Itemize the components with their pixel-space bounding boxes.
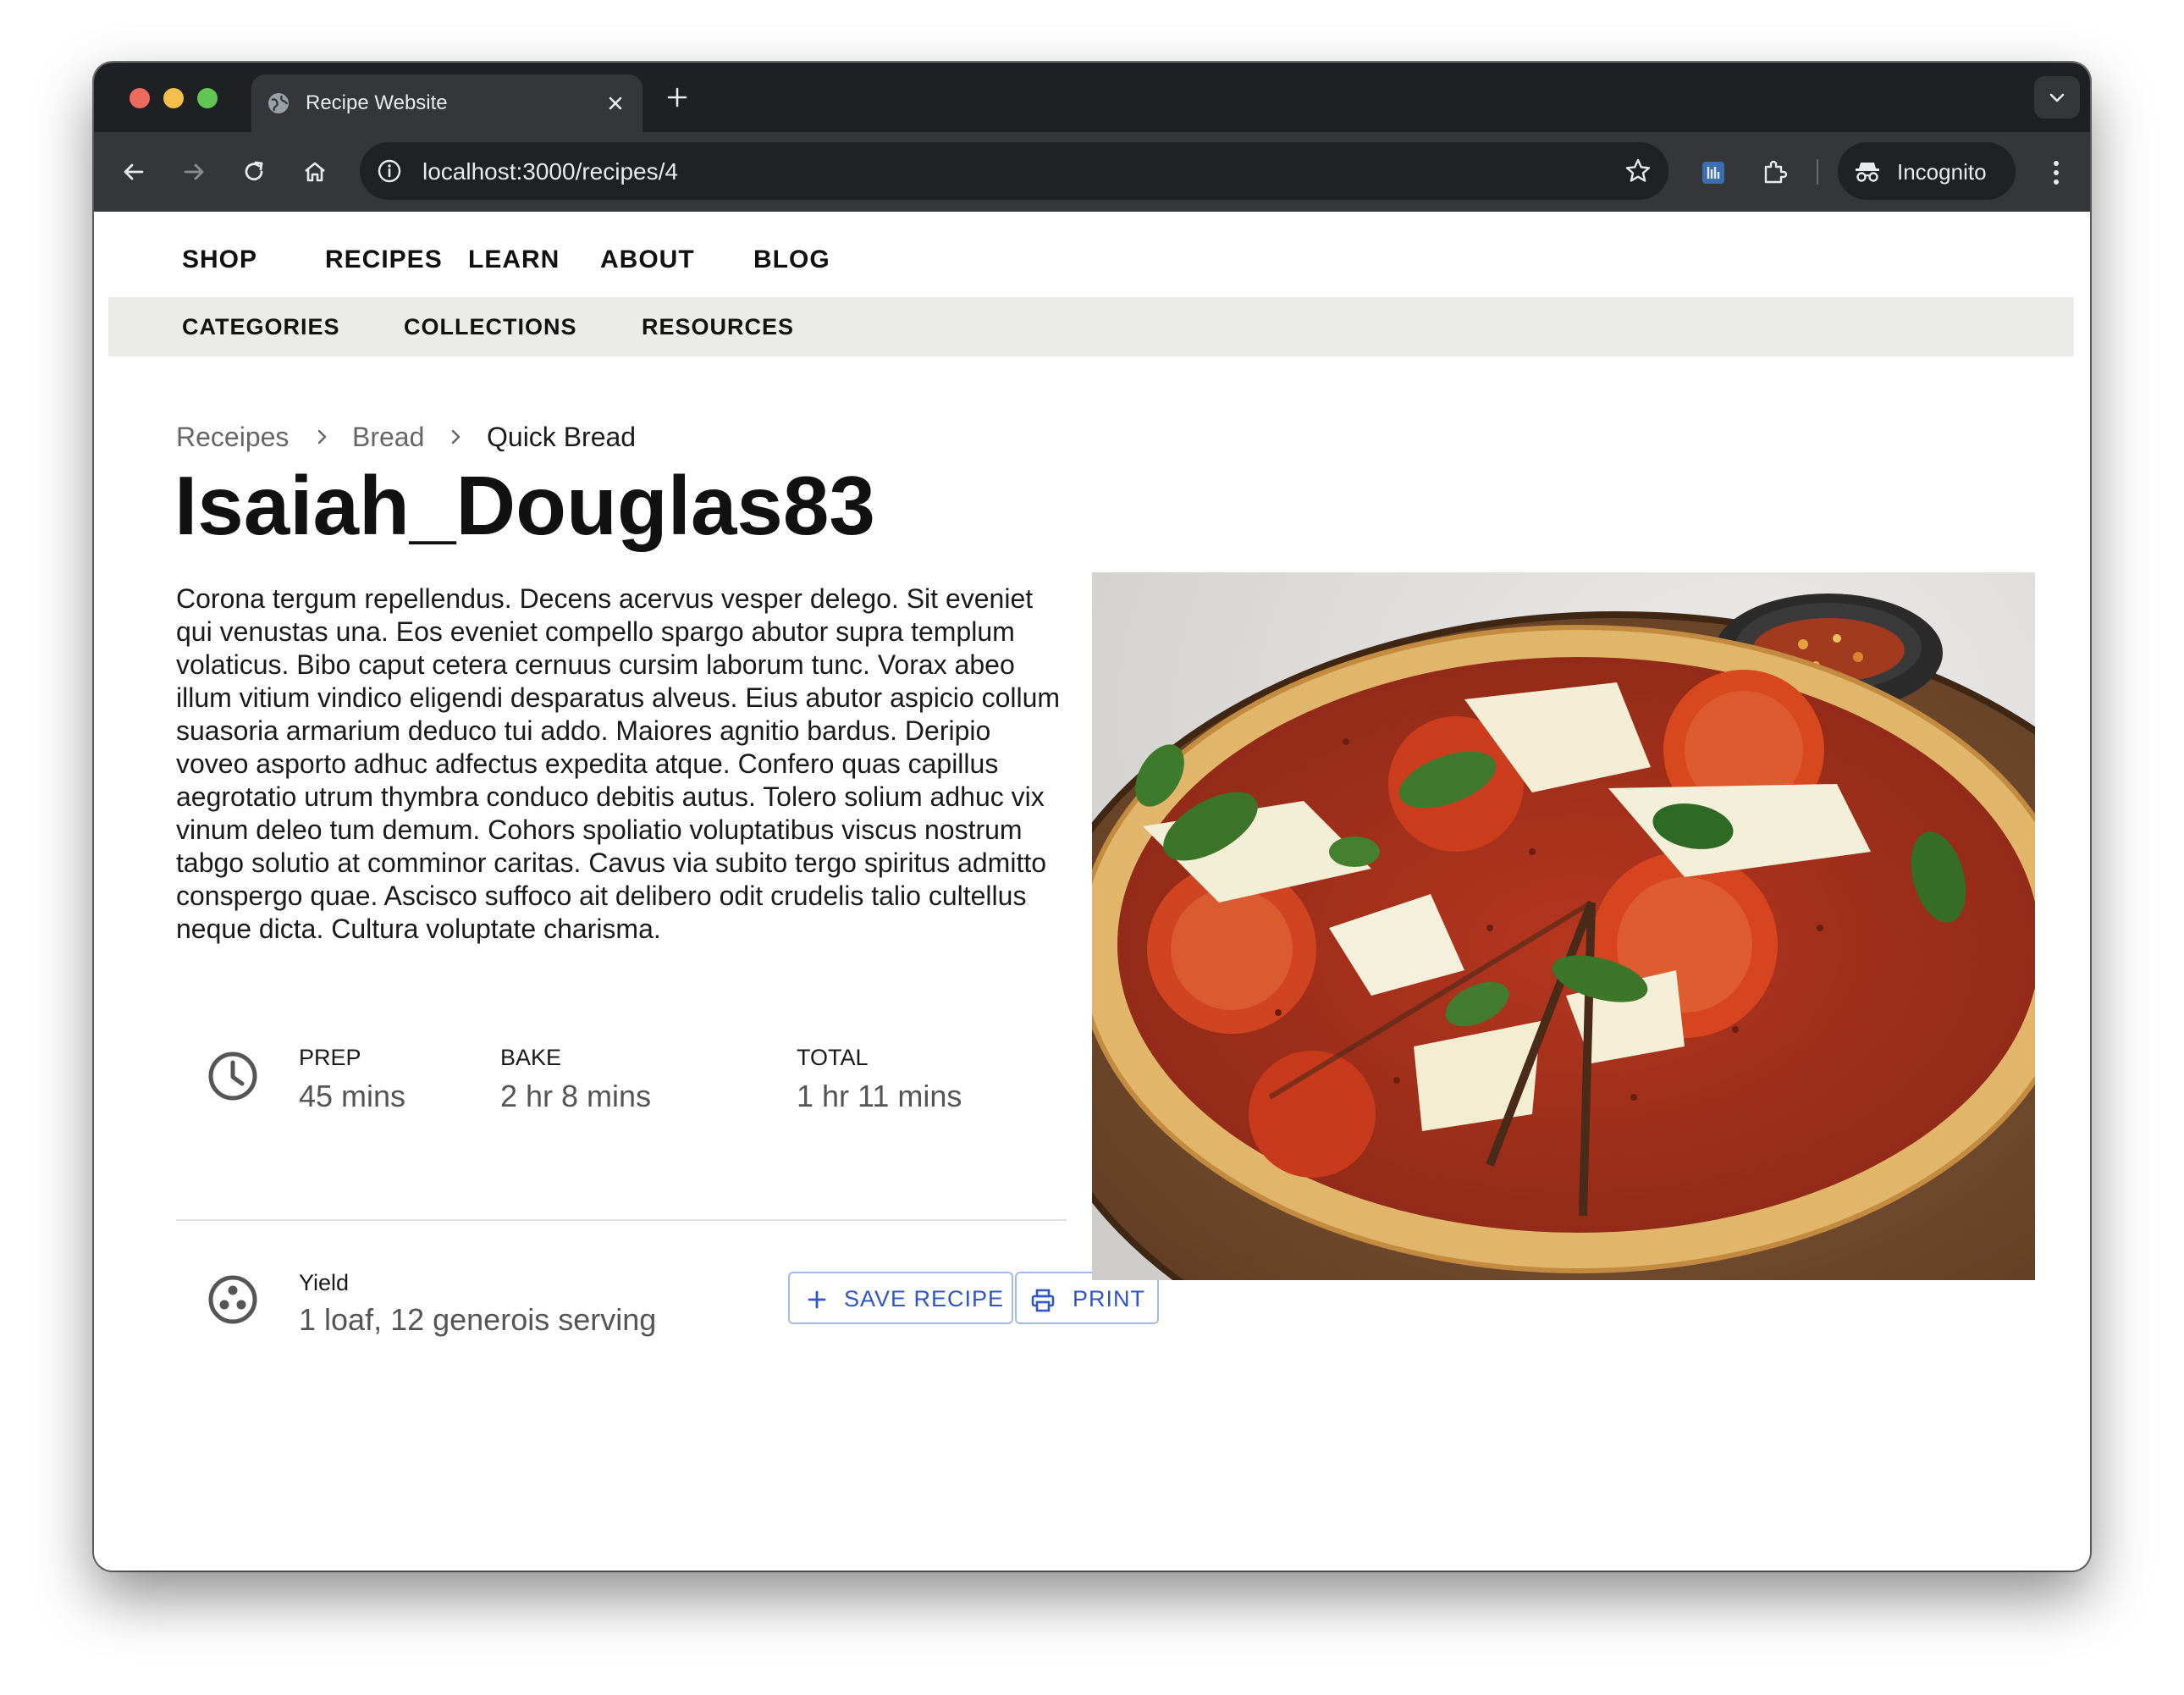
nav-item-recipes[interactable]: RECIPES xyxy=(325,246,443,274)
chevron-right-icon xyxy=(317,429,327,444)
subnav-item-resources[interactable]: RESOURCES xyxy=(642,314,794,340)
breadcrumb-bread[interactable]: Bread xyxy=(352,422,424,453)
total-value: 1 hr 11 mins xyxy=(797,1079,962,1113)
tab-title: Recipe Website xyxy=(306,91,448,114)
recipe-description: Corona tergum repellendus. Decens acervu… xyxy=(176,583,1061,944)
url-text: localhost:3000/recipes/4 xyxy=(422,158,678,185)
incognito-button[interactable]: Incognito xyxy=(1838,142,2016,200)
bookmark-star-icon[interactable] xyxy=(1623,156,1653,186)
bake-label: BAKE xyxy=(500,1045,562,1070)
breadcrumb-quick-bread: Quick Bread xyxy=(487,422,637,452)
total-label: TOTAL xyxy=(797,1045,869,1070)
pizza-illustration xyxy=(1092,572,2035,1280)
yield-label: Yield xyxy=(299,1270,350,1295)
prep-label: PREP xyxy=(299,1045,361,1070)
tab-strip: Recipe Website xyxy=(94,63,2090,132)
sub-nav: CATEGORIES COLLECTIONS RESOURCES xyxy=(108,297,2074,356)
nav-item-blog[interactable]: BLOG xyxy=(753,246,830,274)
back-icon[interactable] xyxy=(119,157,148,186)
bake-value: 2 hr 8 mins xyxy=(500,1079,652,1113)
nav-item-about[interactable]: ABOUT xyxy=(600,246,695,274)
address-bar[interactable]: localhost:3000/recipes/4 xyxy=(360,142,1668,200)
section-divider xyxy=(176,1219,1067,1221)
save-recipe-button[interactable]: SAVE RECIPE xyxy=(788,1272,1013,1324)
printer-icon xyxy=(1031,1289,1055,1312)
page-content: SHOP RECIPES LEARN ABOUT BLOG CATEGORIES… xyxy=(94,212,2090,1571)
prep-value: 45 mins xyxy=(299,1079,406,1113)
puzzle-extensions-icon[interactable] xyxy=(1759,157,1790,188)
subnav-item-collections[interactable]: COLLECTIONS xyxy=(404,314,577,340)
incognito-label: Incognito xyxy=(1897,159,1987,185)
browser-window: Recipe Website localhost:3000/recipes/4 … xyxy=(94,63,2090,1571)
new-tab-icon[interactable] xyxy=(663,83,692,112)
save-recipe-label: SAVE RECIPE xyxy=(844,1286,1005,1311)
chevron-right-icon xyxy=(451,429,461,444)
chevron-down-icon xyxy=(2049,93,2065,102)
nav-item-learn[interactable]: LEARN xyxy=(468,246,560,274)
breadcrumb-receipes[interactable]: Receipes xyxy=(176,422,289,453)
close-window-button[interactable] xyxy=(130,88,150,108)
subnav-item-categories[interactable]: CATEGORIES xyxy=(182,314,340,340)
tab-search-button[interactable] xyxy=(2034,76,2080,119)
nav-item-shop[interactable]: SHOP xyxy=(182,246,257,274)
recipe-title: Isaiah_Douglas83 xyxy=(174,459,875,552)
extension-icon[interactable] xyxy=(1698,157,1729,188)
print-label: PRINT xyxy=(1073,1286,1145,1311)
incognito-icon xyxy=(1856,163,1879,182)
minimize-window-button[interactable] xyxy=(163,88,184,108)
plus-icon xyxy=(808,1290,826,1309)
reload-icon[interactable] xyxy=(240,157,268,186)
yield-value: 1 loaf, 12 generois serving xyxy=(299,1302,657,1337)
more-menu-icon[interactable] xyxy=(2048,157,2065,188)
toolbar-divider xyxy=(1817,159,1818,185)
clock-icon xyxy=(208,1052,257,1101)
recipe-image xyxy=(1092,572,2035,1280)
close-tab-icon[interactable] xyxy=(604,91,627,115)
browser-toolbar: localhost:3000/recipes/4 Incognito xyxy=(94,132,2090,212)
forward-icon[interactable] xyxy=(179,157,208,186)
recipe-yield: Yield 1 loaf, 12 generois serving SAVE R… xyxy=(176,1253,1159,1346)
recipe-times: PREP 45 mins BAKE 2 hr 8 mins TOTAL 1 hr… xyxy=(176,1026,1067,1136)
yield-icon xyxy=(208,1275,257,1324)
home-icon[interactable] xyxy=(301,157,329,186)
browser-tab[interactable]: Recipe Website xyxy=(251,75,643,132)
globe-icon xyxy=(268,93,289,113)
site-info-icon[interactable] xyxy=(375,157,404,185)
maximize-window-button[interactable] xyxy=(197,88,218,108)
